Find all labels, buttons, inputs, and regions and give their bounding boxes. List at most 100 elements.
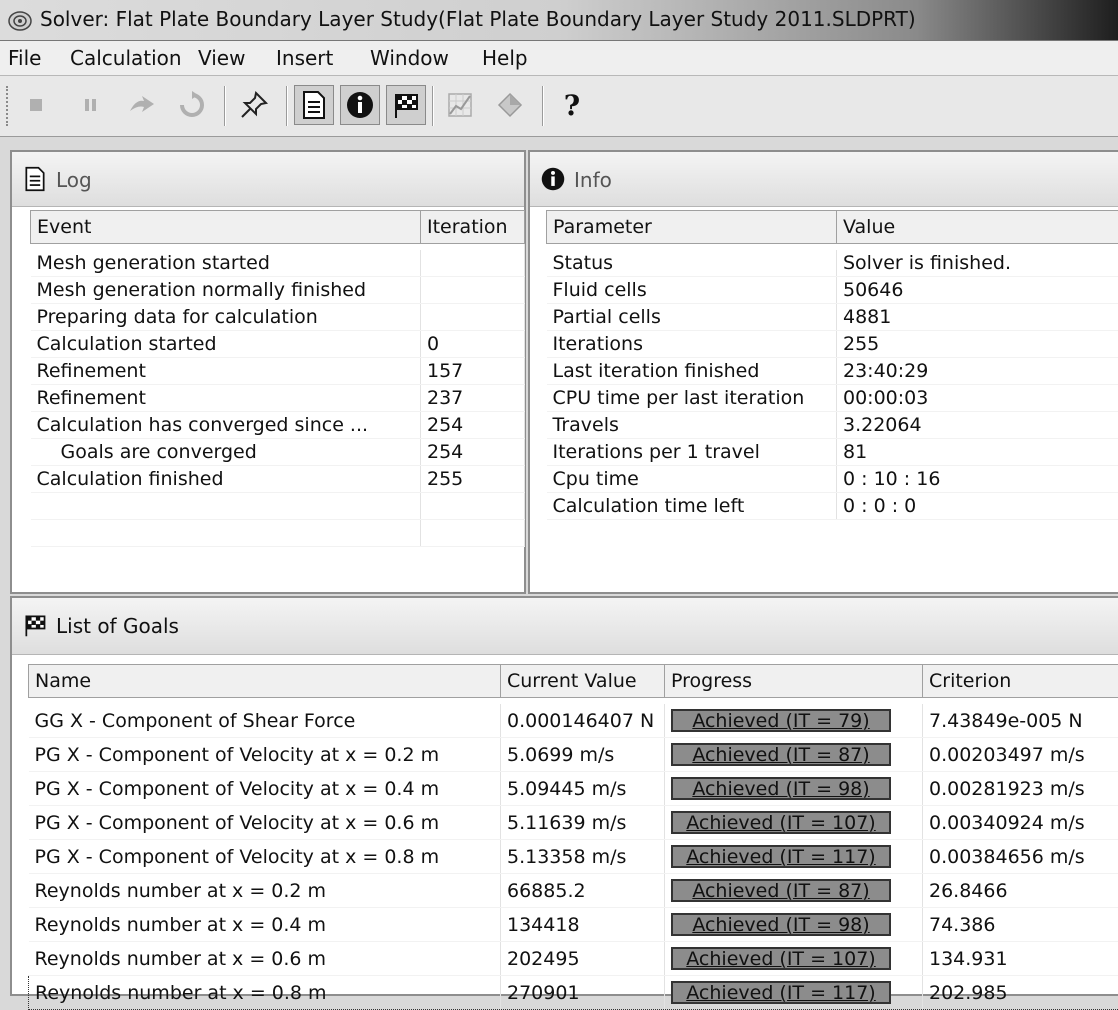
table-row[interactable]: Reynolds number at x = 0.2 m66885.2Achie… xyxy=(29,874,1118,908)
step-button[interactable] xyxy=(122,85,162,125)
log-event: Refinement xyxy=(31,385,421,412)
info-parameter: Last iteration finished xyxy=(547,358,837,385)
empty-cell xyxy=(31,493,421,520)
goal-progress-cell: Achieved (IT = 87) xyxy=(665,874,923,908)
goal-criterion: 74.386 xyxy=(923,908,1118,942)
log-panel-header: Log xyxy=(12,152,524,207)
table-row[interactable]: Iterations255 xyxy=(547,331,1118,358)
goals-col-current-value[interactable]: Current Value xyxy=(501,665,665,698)
pin-button[interactable] xyxy=(234,85,274,125)
menu-help[interactable]: Help xyxy=(482,46,528,70)
table-row[interactable]: Refinement237 xyxy=(31,385,525,412)
goal-progress-cell: Achieved (IT = 117) xyxy=(665,840,923,874)
goal-progress-bar: Achieved (IT = 98) xyxy=(671,913,891,936)
goals-panel-title: List of Goals xyxy=(56,614,179,638)
pin-icon xyxy=(239,90,269,120)
log-event: Goals are converged xyxy=(31,439,421,466)
plot-icon xyxy=(445,90,475,120)
goals-table: Name Current Value Progress Criterion GG… xyxy=(28,664,1118,1010)
goal-progress-label: Achieved (IT = 107) xyxy=(673,813,889,833)
table-row[interactable]: CPU time per last iteration00:00:03 xyxy=(547,385,1118,412)
stop-icon xyxy=(25,94,47,116)
menu-insert[interactable]: Insert xyxy=(276,46,333,70)
goal-criterion: 202.985 xyxy=(923,976,1118,1010)
goals-button[interactable] xyxy=(386,85,426,125)
table-row[interactable]: Goals are converged254 xyxy=(31,439,525,466)
table-row[interactable]: Mesh generation normally finished xyxy=(31,277,525,304)
table-row[interactable]: PG X - Component of Velocity at x = 0.8 … xyxy=(29,840,1118,874)
table-row[interactable]: PG X - Component of Velocity at x = 0.6 … xyxy=(29,806,1118,840)
info-value: 0 : 0 : 0 xyxy=(837,493,1118,520)
table-row[interactable]: Cpu time0 : 10 : 16 xyxy=(547,466,1118,493)
log-col-iteration[interactable]: Iteration xyxy=(421,211,525,244)
table-row[interactable]: Reynolds number at x = 0.4 m134418Achiev… xyxy=(29,908,1118,942)
goals-col-name[interactable]: Name xyxy=(29,665,501,698)
toolbar-grip[interactable] xyxy=(6,86,12,126)
info-col-parameter[interactable]: Parameter xyxy=(547,211,837,244)
pause-button[interactable] xyxy=(70,85,110,125)
table-row[interactable]: Last iteration finished23:40:29 xyxy=(547,358,1118,385)
table-row[interactable]: Preparing data for calculation xyxy=(31,304,525,331)
menu-window[interactable]: Window xyxy=(370,46,449,70)
menu-file[interactable]: File xyxy=(8,46,41,70)
menu-calculation[interactable]: Calculation xyxy=(70,46,182,70)
table-row[interactable]: Refinement157 xyxy=(31,358,525,385)
goal-progress-cell: Achieved (IT = 98) xyxy=(665,772,923,806)
log-button[interactable] xyxy=(294,85,334,125)
table-row[interactable]: Reynolds number at x = 0.6 m202495Achiev… xyxy=(29,942,1118,976)
table-row[interactable]: Mesh generation started xyxy=(31,250,525,277)
toolbar-separator xyxy=(542,86,544,126)
table-row[interactable]: Calculation has converged since ...254 xyxy=(31,412,525,439)
goal-criterion: 0.00340924 m/s xyxy=(923,806,1118,840)
toolbar-separator xyxy=(286,86,288,126)
goal-progress-bar: Achieved (IT = 107) xyxy=(671,947,891,970)
table-row[interactable]: Travels3.22064 xyxy=(547,412,1118,439)
table-row[interactable]: GG X - Component of Shear Force0.0001464… xyxy=(29,704,1118,738)
log-iteration: 254 xyxy=(421,439,525,466)
info-parameter: Status xyxy=(547,250,837,277)
help-button[interactable]: ? xyxy=(552,85,592,125)
table-row[interactable]: Iterations per 1 travel81 xyxy=(547,439,1118,466)
info-parameter: Calculation time left xyxy=(547,493,837,520)
info-table: Parameter Value StatusSolver is finished… xyxy=(546,210,1118,520)
goal-progress-cell: Achieved (IT = 107) xyxy=(665,942,923,976)
log-col-event[interactable]: Event xyxy=(31,211,421,244)
table-row[interactable]: Partial cells4881 xyxy=(547,304,1118,331)
info-col-value[interactable]: Value xyxy=(837,211,1118,244)
info-value: 23:40:29 xyxy=(837,358,1118,385)
goal-current-value: 66885.2 xyxy=(501,874,665,908)
table-row[interactable]: Calculation finished255 xyxy=(31,466,525,493)
log-event: Mesh generation normally finished xyxy=(31,277,421,304)
log-iteration: 157 xyxy=(421,358,525,385)
stop-button[interactable] xyxy=(16,85,56,125)
goals-col-progress[interactable]: Progress xyxy=(665,665,923,698)
table-row[interactable]: Calculation time left0 : 0 : 0 xyxy=(547,493,1118,520)
log-event: Refinement xyxy=(31,358,421,385)
log-event: Preparing data for calculation xyxy=(31,304,421,331)
preview-button[interactable] xyxy=(490,85,530,125)
goal-progress-bar: Achieved (IT = 107) xyxy=(671,811,891,834)
goal-progress-bar: Achieved (IT = 79) xyxy=(671,709,891,732)
goal-criterion: 26.8466 xyxy=(923,874,1118,908)
table-row-selected[interactable]: Reynolds number at x = 0.8 m270901Achiev… xyxy=(29,976,1118,1010)
info-value: Solver is finished. xyxy=(837,250,1118,277)
goal-criterion: 0.00281923 m/s xyxy=(923,772,1118,806)
step-icon xyxy=(126,89,158,121)
table-row[interactable]: PG X - Component of Velocity at x = 0.4 … xyxy=(29,772,1118,806)
goal-name: PG X - Component of Velocity at x = 0.4 … xyxy=(29,772,501,806)
table-row[interactable]: Fluid cells50646 xyxy=(547,277,1118,304)
goal-progress-bar: Achieved (IT = 117) xyxy=(671,981,891,1004)
goals-header-row: Name Current Value Progress Criterion xyxy=(29,665,1118,698)
plot-button[interactable] xyxy=(440,85,480,125)
goals-col-criterion[interactable]: Criterion xyxy=(923,665,1118,698)
table-row[interactable]: StatusSolver is finished. xyxy=(547,250,1118,277)
refresh-button[interactable] xyxy=(172,85,212,125)
preview-icon xyxy=(495,90,525,120)
info-button[interactable] xyxy=(340,85,380,125)
table-row[interactable]: Calculation started0 xyxy=(31,331,525,358)
goal-name: PG X - Component of Velocity at x = 0.2 … xyxy=(29,738,501,772)
goal-current-value: 270901 xyxy=(501,976,665,1010)
menu-view[interactable]: View xyxy=(198,46,245,70)
table-row[interactable]: PG X - Component of Velocity at x = 0.2 … xyxy=(29,738,1118,772)
log-event: Calculation started xyxy=(31,331,421,358)
